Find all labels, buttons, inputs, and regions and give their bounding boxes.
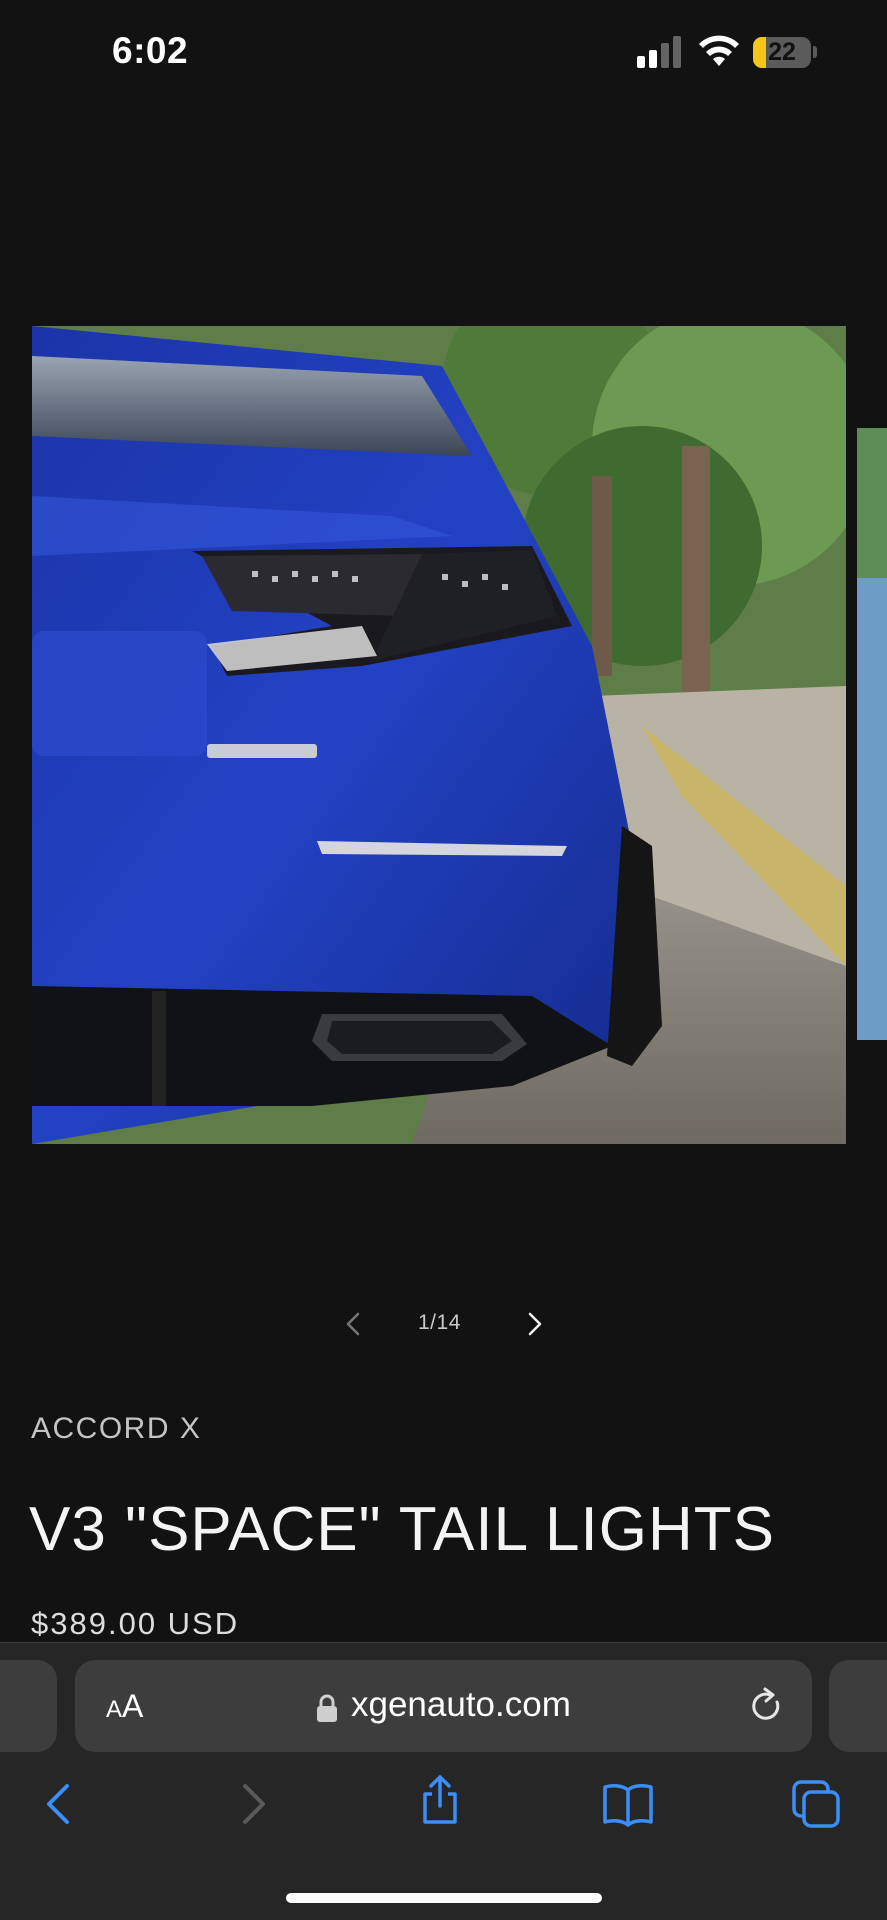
chevron-left-icon[interactable] bbox=[338, 1306, 368, 1342]
chevron-right-icon[interactable] bbox=[520, 1306, 550, 1342]
home-indicator[interactable] bbox=[286, 1893, 602, 1903]
product-price: $389.00 USD bbox=[31, 1606, 240, 1641]
reader-mode-button[interactable]: AA bbox=[106, 1688, 143, 1725]
share-icon[interactable] bbox=[412, 1772, 468, 1828]
forward-icon[interactable] bbox=[224, 1776, 280, 1832]
reader-label-small: A bbox=[106, 1696, 123, 1723]
product-title: V3 "SPACE" TAIL LIGHTS bbox=[29, 1495, 775, 1564]
url-text[interactable]: xgenauto.com bbox=[351, 1685, 571, 1725]
product-image[interactable] bbox=[32, 326, 846, 1144]
battery-icon: 22 bbox=[753, 37, 811, 68]
screen: 6:02 22 1/14 ACCORD X V3 "SPACE" TAIL LI… bbox=[0, 0, 887, 1920]
reader-label-large: A bbox=[122, 1688, 144, 1724]
tabs-icon[interactable] bbox=[788, 1776, 844, 1832]
previous-tab-peek[interactable] bbox=[0, 1660, 57, 1752]
signal-icon bbox=[637, 36, 685, 68]
next-tab-peek[interactable] bbox=[829, 1660, 887, 1752]
product-vendor: ACCORD X bbox=[31, 1412, 202, 1445]
battery-level: 22 bbox=[768, 38, 796, 66]
bookmarks-icon[interactable] bbox=[600, 1776, 656, 1832]
car-tail-light-photo bbox=[32, 326, 846, 1144]
next-image-peek[interactable] bbox=[857, 428, 887, 1040]
battery-cap bbox=[813, 46, 817, 58]
lock-icon bbox=[317, 1694, 337, 1722]
wifi-icon bbox=[699, 35, 739, 66]
status-time: 6:02 bbox=[112, 30, 189, 71]
back-icon[interactable] bbox=[32, 1776, 88, 1832]
carousel-counter: 1/14 bbox=[418, 1311, 461, 1334]
reload-icon[interactable] bbox=[746, 1686, 786, 1726]
